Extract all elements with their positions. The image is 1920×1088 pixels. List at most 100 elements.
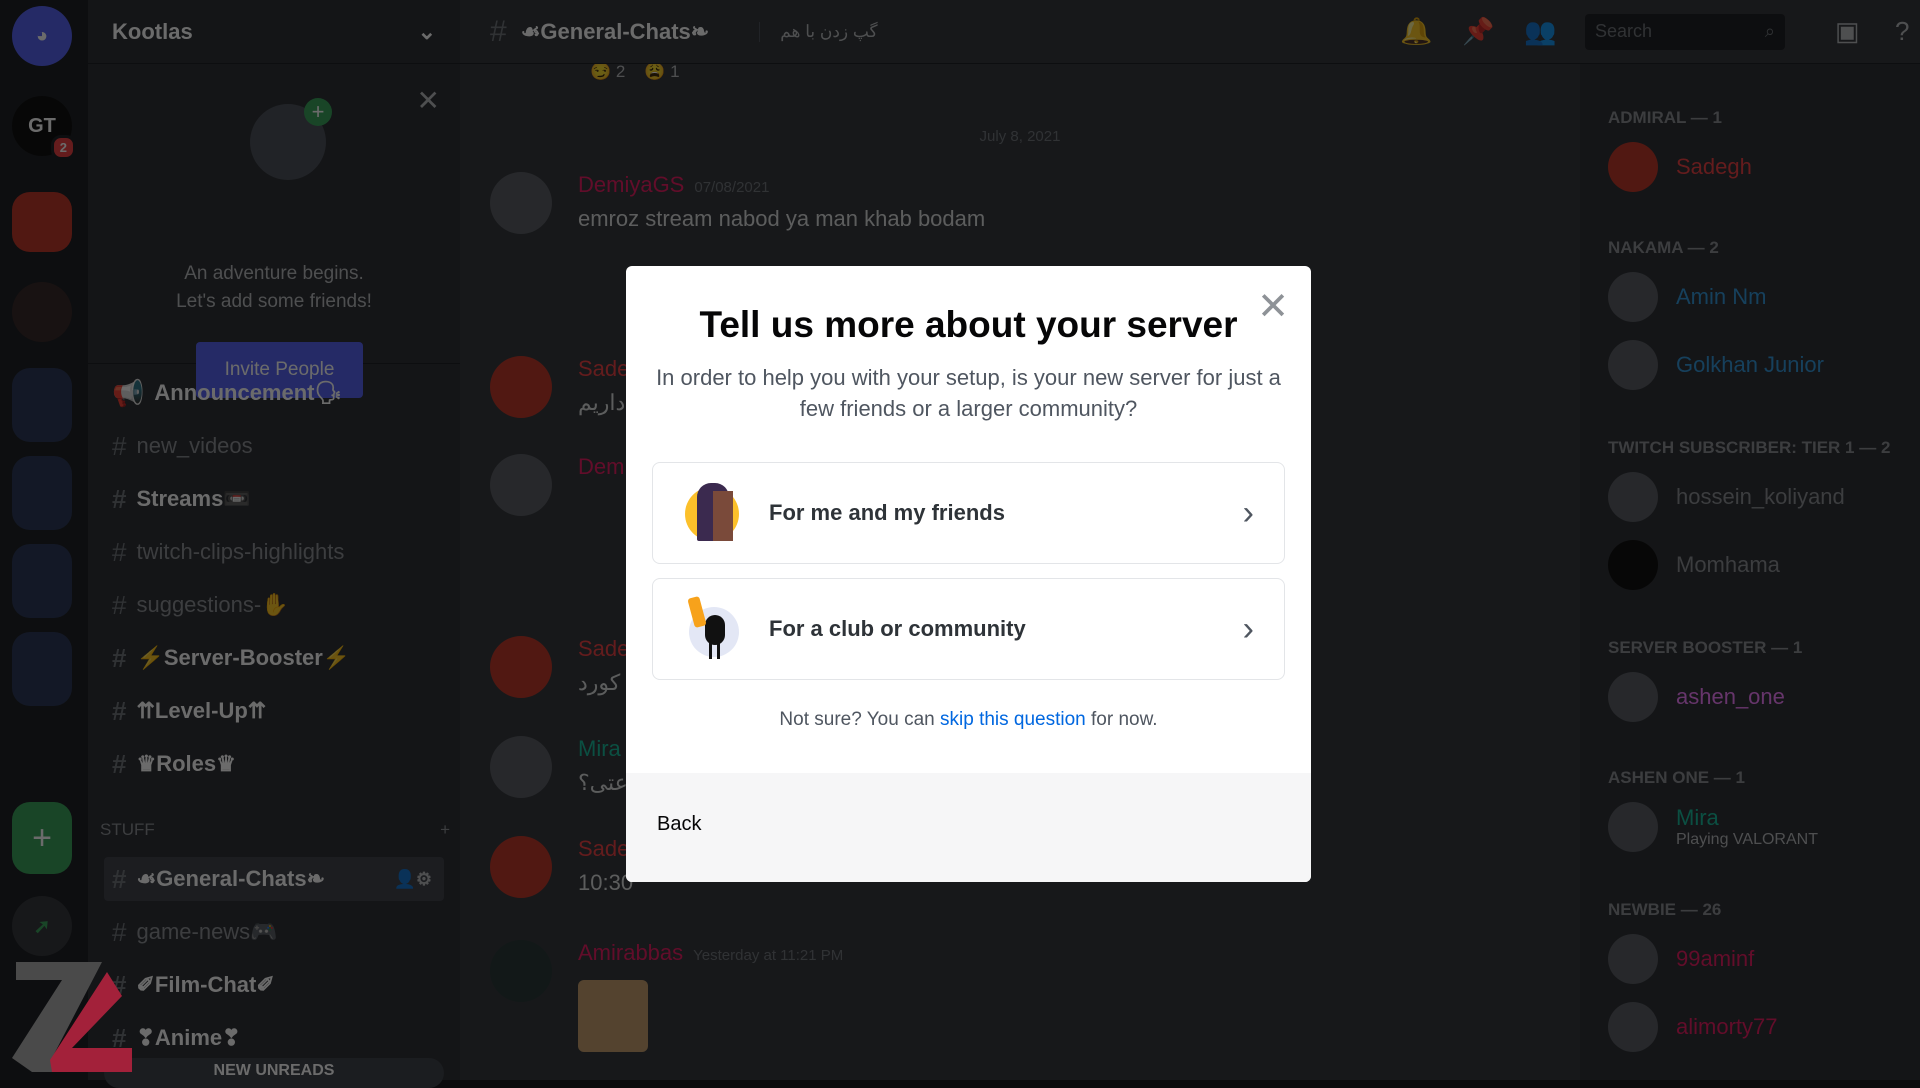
server-mask[interactable] [12,282,72,342]
welcome-line-1: An adventure begins. [184,263,364,284]
member[interactable]: Momhama [1608,540,1780,590]
server-folder[interactable] [12,456,72,530]
member[interactable]: ashen_one [1608,672,1785,722]
member-name: Golkhan Junior [1676,352,1824,377]
avatar [1608,142,1658,192]
option-label: For a club or community [769,616,1026,641]
role-header: ADMIRAL — 1 [1608,108,1722,127]
message-timestamp: Yesterday at 11:21 PM [693,947,844,964]
avatar[interactable] [490,454,552,516]
skip-question-link[interactable]: skip this question [940,709,1086,730]
server-folder[interactable] [12,368,72,442]
members-icon[interactable]: 👥 [1524,16,1556,47]
option-community[interactable]: For a club or community › [652,578,1285,680]
new-unreads-pill[interactable]: NEW UNREADS [104,1058,444,1088]
category-stuff[interactable]: STUFF + [100,820,450,840]
avatar[interactable] [490,736,552,798]
channel-roles[interactable]: # ♛Roles♛ [104,742,444,786]
channel-suggestions[interactable]: # suggestions-✋ [104,583,444,627]
server-folder[interactable] [12,544,72,618]
channel-label: suggestions-✋ [136,592,289,617]
server-type-modal: ✕ Tell us more about your server In orde… [626,266,1311,882]
mention-badge: 2 [50,135,76,160]
channel-label: ⚡Server-Booster⚡ [136,645,351,670]
discord-home-icon[interactable]: ◕ [12,6,72,66]
member-name: alimorty77 [1676,1014,1778,1039]
message-author[interactable]: Amirabbas [578,940,683,965]
invite-and-settings-icons[interactable]: 👤⚙ [393,869,432,890]
message-author[interactable]: Sade [578,356,629,381]
channel-film-chat[interactable]: # ✐Film-Chat✐ [104,963,444,1007]
reaction[interactable]: 😏 2 [590,62,625,81]
channel-topic: گپ زدن با هم [759,21,878,42]
member[interactable]: Mira Playing VALORANT [1608,802,1818,852]
search-input[interactable]: Search ⌕ [1585,14,1785,50]
member[interactable]: alimorty77 [1608,1002,1777,1052]
channel-streams[interactable]: # Streams📼 [104,477,444,521]
server-sadegh[interactable] [12,192,72,252]
option-label: For me and my friends [769,500,1005,525]
avatar[interactable] [490,172,552,234]
message-author[interactable]: DemiyaGS [578,172,684,197]
explore-compass-icon[interactable]: ➚ [12,896,72,956]
avatar[interactable] [490,636,552,698]
channel-new-videos[interactable]: # new_videos [104,424,444,468]
server-name: Kootlas [112,18,193,44]
member[interactable]: Amin Nm [1608,272,1766,322]
channel-general-chats[interactable]: # ☙General-Chats❧ 👤⚙ [104,857,444,901]
role-header: ASHEN ONE — 1 [1608,768,1745,787]
member-list: ADMIRAL — 1 Sadegh NAKAMA — 2 Amin Nm Go… [1580,64,1920,1080]
member[interactable]: Golkhan Junior [1608,340,1824,390]
message-author[interactable]: Sade [578,636,629,661]
role-header: NEWBIE — 26 [1608,900,1722,919]
member-name: Momhama [1676,552,1780,577]
search-placeholder: Search [1595,21,1653,41]
member[interactable]: 99aminf [1608,934,1754,984]
channel-server-booster[interactable]: # ⚡Server-Booster⚡ [104,636,444,680]
channel-label: Announcement🗣 [154,380,343,405]
help-icon[interactable]: ? [1895,16,1909,47]
message-text: emroz stream nabod ya man khab bodam [578,206,986,231]
skip-prefix: Not sure? You can [779,709,940,730]
megaphone-icon: 📢 [112,377,145,408]
message-timestamp: 07/08/2021 [694,179,770,196]
server-header[interactable]: Kootlas ⌄ [88,0,460,64]
channel-twitch-clips[interactable]: # twitch-clips-highlights [104,530,444,574]
avatar[interactable] [490,356,552,418]
message-author[interactable]: Dem [578,454,624,479]
skip-text: Not sure? You can skip this question for… [626,709,1311,731]
member-activity: Playing VALORANT [1676,831,1818,848]
message-author[interactable]: Mira [578,736,621,761]
option-friends[interactable]: For me and my friends › [652,462,1285,564]
channel-game-news[interactable]: # game-news🎮 [104,910,444,954]
server-gt[interactable]: GT 2 [12,96,76,160]
server-folder[interactable] [12,632,72,706]
reaction[interactable]: 😩 1 [644,62,679,81]
search-icon: ⌕ [1764,21,1775,41]
member[interactable]: hossein_koliyand [1608,472,1845,522]
avatar[interactable] [490,940,552,1002]
member[interactable]: Sadegh [1608,142,1752,192]
bell-icon[interactable]: 🔔 [1400,16,1432,47]
avatar [1608,472,1658,522]
back-button[interactable]: Back [657,813,701,836]
avatar [1608,934,1658,984]
channel-anime[interactable]: # ❣Anime❣ [104,1016,444,1060]
pin-icon[interactable]: 📌 [1462,16,1494,47]
popcorn-sticker [578,980,648,1052]
close-icon[interactable]: ✕ [417,84,440,117]
add-server-button[interactable]: + [12,802,72,874]
avatar [1608,802,1658,852]
inbox-icon[interactable]: ▣ [1835,16,1860,47]
avatar [1608,1002,1658,1052]
chevron-right-icon: › [1242,493,1254,532]
add-channel-icon[interactable]: + [440,820,450,840]
channel-level-up[interactable]: # ⇈Level-Up⇈ [104,689,444,733]
avatar[interactable] [490,836,552,898]
message-author[interactable]: Sade [578,836,629,861]
channel-title: ☙General-Chats❧ [520,18,710,44]
message-text: داریم [578,390,626,415]
channel-announcement[interactable]: 📢 Announcement🗣 [104,371,444,415]
hash-icon: # [112,748,127,779]
hash-icon: # [112,916,127,947]
